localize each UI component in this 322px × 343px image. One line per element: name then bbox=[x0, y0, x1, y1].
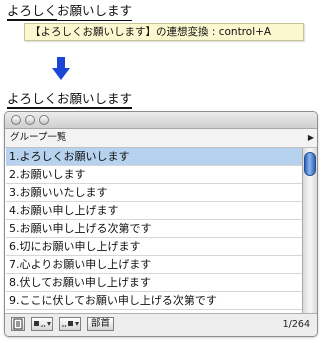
close-button[interactable] bbox=[11, 115, 21, 125]
association-tooltip: 【よろしくお願いします】の連想変換 : control+A bbox=[24, 23, 304, 41]
candidate-item[interactable]: 6.切にお願い申し上げます bbox=[6, 238, 302, 256]
candidate-window: グループ一覧 ▶ 1.よろしくお願いします 2.お願いします 3.お願いいたしま… bbox=[4, 111, 318, 337]
page-icon[interactable] bbox=[11, 317, 25, 331]
inactive-segment: お願いします bbox=[57, 3, 133, 21]
candidate-count: 1/264 bbox=[282, 319, 310, 330]
candidate-item[interactable]: 7.心よりお願い申し上げます bbox=[6, 256, 302, 274]
triangle-right-icon: ▶ bbox=[307, 133, 314, 142]
group-list-label: グループ一覧 bbox=[10, 132, 67, 143]
inline-input-top[interactable]: よろしくお願いします bbox=[7, 3, 133, 21]
zoom-button[interactable] bbox=[39, 115, 49, 125]
scrollbar-thumb[interactable] bbox=[304, 152, 316, 176]
window-titlebar[interactable] bbox=[5, 112, 317, 129]
scrollbar[interactable] bbox=[302, 148, 317, 313]
minimize-button[interactable] bbox=[25, 115, 35, 125]
candidate-item[interactable]: 3.お願いいたします bbox=[6, 184, 302, 202]
inline-input-bottom[interactable]: よろしくお願いします bbox=[7, 91, 133, 109]
prev-candidate-icon[interactable] bbox=[31, 317, 53, 331]
candidate-item[interactable]: 5.お願い申し上げる次第です bbox=[6, 220, 302, 238]
candidate-item[interactable]: 4.お願い申し上げます bbox=[6, 202, 302, 220]
next-candidate-icon[interactable] bbox=[59, 317, 81, 331]
candidate-list: 1.よろしくお願いします 2.お願いします 3.お願いいたします 4.お願い申し… bbox=[5, 148, 317, 314]
candidate-toolbar: 部首 1/264 bbox=[5, 314, 317, 336]
candidate-item[interactable]: 8.伏してお願い申し上げます bbox=[6, 274, 302, 292]
candidate-item[interactable]: 9.ここに伏してお願い申し上げる次第です bbox=[6, 292, 302, 310]
group-list-menu[interactable]: グループ一覧 ▶ bbox=[5, 129, 317, 148]
converted-text: よろしくお願いします bbox=[7, 91, 133, 109]
active-segment: よろしく bbox=[7, 3, 58, 21]
down-arrow-icon bbox=[52, 57, 70, 80]
candidate-item[interactable]: 2.お願いします bbox=[6, 166, 302, 184]
candidate-item[interactable]: 1.よろしくお願いします bbox=[6, 148, 302, 166]
radical-lookup-button[interactable]: 部首 bbox=[87, 317, 115, 331]
